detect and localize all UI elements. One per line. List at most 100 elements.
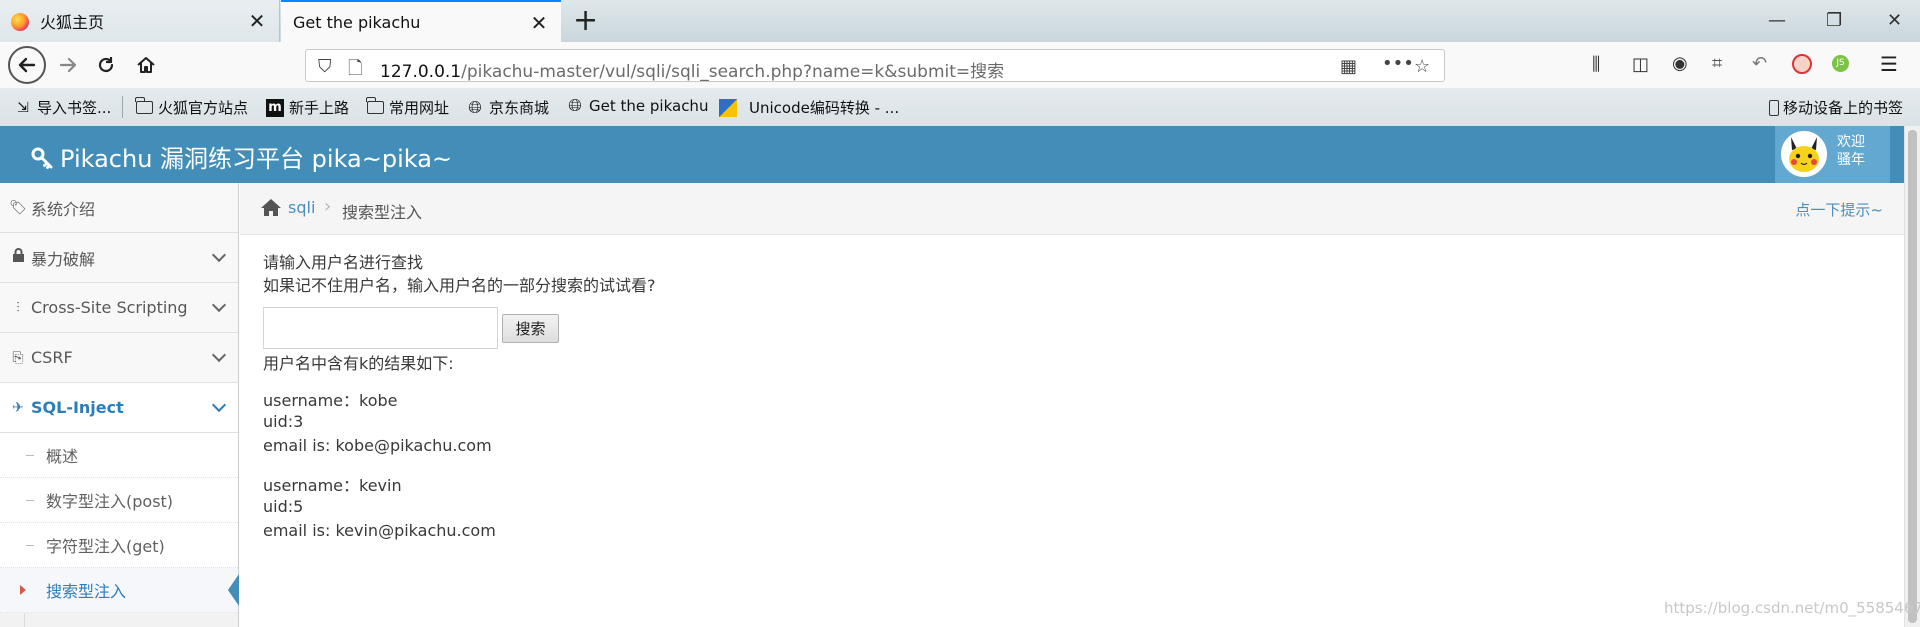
close-icon[interactable]: ✕ (247, 11, 267, 31)
result-uid: uid:5 (263, 497, 304, 516)
chevron-down-icon (211, 347, 227, 363)
bookmark-import[interactable]: ⇲ 导入书签... (14, 97, 111, 118)
site-header: Pikachu 漏洞练习平台 pika~pika~ 欢迎 骚年 (0, 126, 1920, 183)
home-icon[interactable] (260, 198, 282, 221)
bookmark-label: 新手上路 (289, 99, 350, 117)
sidebar-subitem-search-inject[interactable]: 搜索型注入 (0, 568, 239, 613)
reload-icon (98, 57, 114, 73)
bookmark-getting-started[interactable]: m 新手上路 (266, 97, 349, 118)
bookmark-star-icon[interactable]: ☆ (1414, 56, 1430, 77)
search-prompt: 请输入用户名进行查找 (263, 253, 424, 272)
active-pointer (228, 574, 239, 606)
blocked-extension-icon[interactable] (1792, 54, 1812, 74)
sidebar-item-brute-force[interactable]: 暴力破解 (0, 233, 238, 283)
breadcrumb: sqli › 搜索型注入 点一下提示~ (240, 183, 1904, 235)
back-button[interactable] (8, 46, 46, 84)
sidebar-item-xss[interactable]: ⫶ Cross-Site Scripting (0, 283, 238, 333)
page-info-icon[interactable]: 🗋 (348, 56, 362, 86)
plane-icon: ✈︎ (12, 399, 24, 416)
result-heading: 用户名中含有k的结果如下: (263, 354, 454, 373)
breadcrumb-sqli-link[interactable]: sqli (288, 198, 315, 217)
breadcrumb-current: 搜索型注入 (342, 203, 423, 222)
qr-code-icon[interactable]: ▦ (1340, 56, 1357, 77)
reload-button[interactable] (90, 49, 122, 81)
more-actions-icon[interactable]: ••• (1382, 53, 1414, 74)
arrow-right-icon (59, 57, 77, 73)
new-tab-icon[interactable]: + (573, 6, 598, 36)
sidebar-item-label: 系统介绍 (31, 199, 96, 219)
home-button[interactable] (130, 49, 162, 81)
account-icon[interactable]: ◉ (1672, 53, 1688, 74)
folder-icon (365, 97, 384, 114)
hint-link[interactable]: 点一下提示~ (1795, 199, 1883, 220)
tab-get-the-pikachu[interactable]: Get the pikachu ✕ (281, 0, 561, 42)
sidebar-subitem-label: 概述 (46, 447, 79, 466)
key-icon (31, 147, 53, 169)
bookmark-label: Unicode编码转换 - ... (749, 99, 900, 117)
tab-bar: 火狐主页 ✕ Get the pikachu ✕ + — ❐ ✕ (0, 0, 1920, 42)
js-extension-icon[interactable]: JS (1832, 55, 1849, 72)
bookmark-get-the-pikachu[interactable]: 🌐︎ Get the pikachu (566, 96, 709, 116)
tree-dash (26, 545, 34, 546)
sidebar-item-system-intro[interactable]: 🏷︎ 系统介绍 (0, 183, 238, 233)
menu-icon[interactable]: ☰ (1880, 52, 1898, 76)
url-bar[interactable]: ⛉ 🗋 127.0.0.1/pikachu-master/vul/sqli/sq… (305, 49, 1445, 82)
lock-icon (9, 248, 27, 267)
sidebar-subitem-label: 搜索型注入 (46, 582, 127, 601)
bookmark-mobile[interactable]: 移动设备上的书签 (1769, 97, 1903, 118)
forward-button[interactable] (52, 49, 84, 81)
sidebar-item-csrf[interactable]: ⎘ CSRF (0, 333, 238, 383)
sidebar-subitem-overview[interactable]: 概述 (0, 433, 238, 478)
avatar (1781, 131, 1827, 177)
bookmark-label: 京东商城 (489, 99, 550, 117)
sidebar-subitem-string-get[interactable]: 字符型注入(get) (0, 523, 238, 568)
tab-title: 火狐主页 (40, 13, 105, 32)
watermark: https://blog.csdn.net/m0_55854679 (1664, 599, 1920, 617)
site-title-text: Pikachu 漏洞练习平台 pika~pika~ (60, 145, 453, 173)
folder-icon (134, 97, 153, 114)
close-icon[interactable]: ✕ (529, 13, 549, 33)
unicode-icon (719, 98, 737, 117)
sliders-icon: ⫶ (16, 299, 20, 316)
tab-firefox-home[interactable]: 火狐主页 ✕ (0, 0, 280, 42)
sidebar-item-label: SQL-Inject (31, 398, 124, 417)
sidebar-toggle-icon[interactable]: ◫ (1632, 54, 1649, 75)
caret-right-icon (20, 585, 26, 595)
bookmark-jd[interactable]: 🌐︎ 京东商城 (466, 97, 549, 118)
bookmark-unicode[interactable]: Unicode编码转换 - ... (719, 97, 899, 118)
url-text[interactable]: 127.0.0.1/pikachu-master/vul/sqli/sqli_s… (380, 57, 1004, 82)
window-close-icon[interactable]: ✕ (1887, 10, 1902, 31)
bookmark-label: 常用网址 (389, 99, 450, 117)
sidebar-subitem-numeric-post[interactable]: 数字型注入(post) (0, 478, 238, 523)
bookmark-firefox-official[interactable]: 火狐官方站点 (134, 97, 248, 118)
sidebar-item-sql-inject[interactable]: ✈︎ SQL-Inject (0, 383, 238, 433)
globe-icon: 🌐︎ (468, 97, 482, 118)
site-title[interactable]: Pikachu 漏洞练习平台 pika~pika~ (30, 139, 452, 174)
search-input[interactable] (263, 307, 498, 349)
tree-dash (26, 455, 34, 456)
screenshot-icon[interactable]: ⌗ (1712, 53, 1722, 74)
minimize-icon[interactable]: — (1768, 10, 1786, 31)
sidebar-item-label: 暴力破解 (31, 249, 96, 269)
undo-close-icon[interactable]: ↶ (1752, 53, 1767, 74)
scrollbar-thumb[interactable] (1908, 130, 1917, 623)
mobile-icon (1769, 99, 1779, 116)
shield-icon[interactable]: ⛉ (318, 56, 332, 77)
library-icon[interactable]: ⫼ (1592, 54, 1600, 75)
restore-icon[interactable]: ❐ (1826, 10, 1842, 31)
bookmarks-toolbar: ⇲ 导入书签... 火狐官方站点 m 新手上路 常用网址 🌐︎ 京东商城 🌐︎ … (0, 88, 1920, 126)
tab-title: Get the pikachu (293, 12, 421, 32)
result-username: username：kobe (263, 391, 398, 410)
user-menu[interactable]: 欢迎 骚年 (1775, 126, 1890, 183)
bookmark-common-sites[interactable]: 常用网址 (365, 97, 450, 118)
tags-icon: 🏷︎ (9, 199, 27, 216)
bookmark-label: 移动设备上的书签 (1783, 99, 1904, 117)
result-username: username：kevin (263, 476, 402, 495)
chevron-down-icon (211, 297, 227, 313)
import-icon: ⇲ (17, 99, 29, 116)
firefox-icon (11, 13, 29, 31)
bookmark-label: Get the pikachu (589, 97, 709, 115)
search-button[interactable]: 搜索 (502, 314, 559, 343)
pikachu-avatar-icon (1783, 133, 1825, 175)
scrollbar[interactable] (1904, 126, 1920, 627)
